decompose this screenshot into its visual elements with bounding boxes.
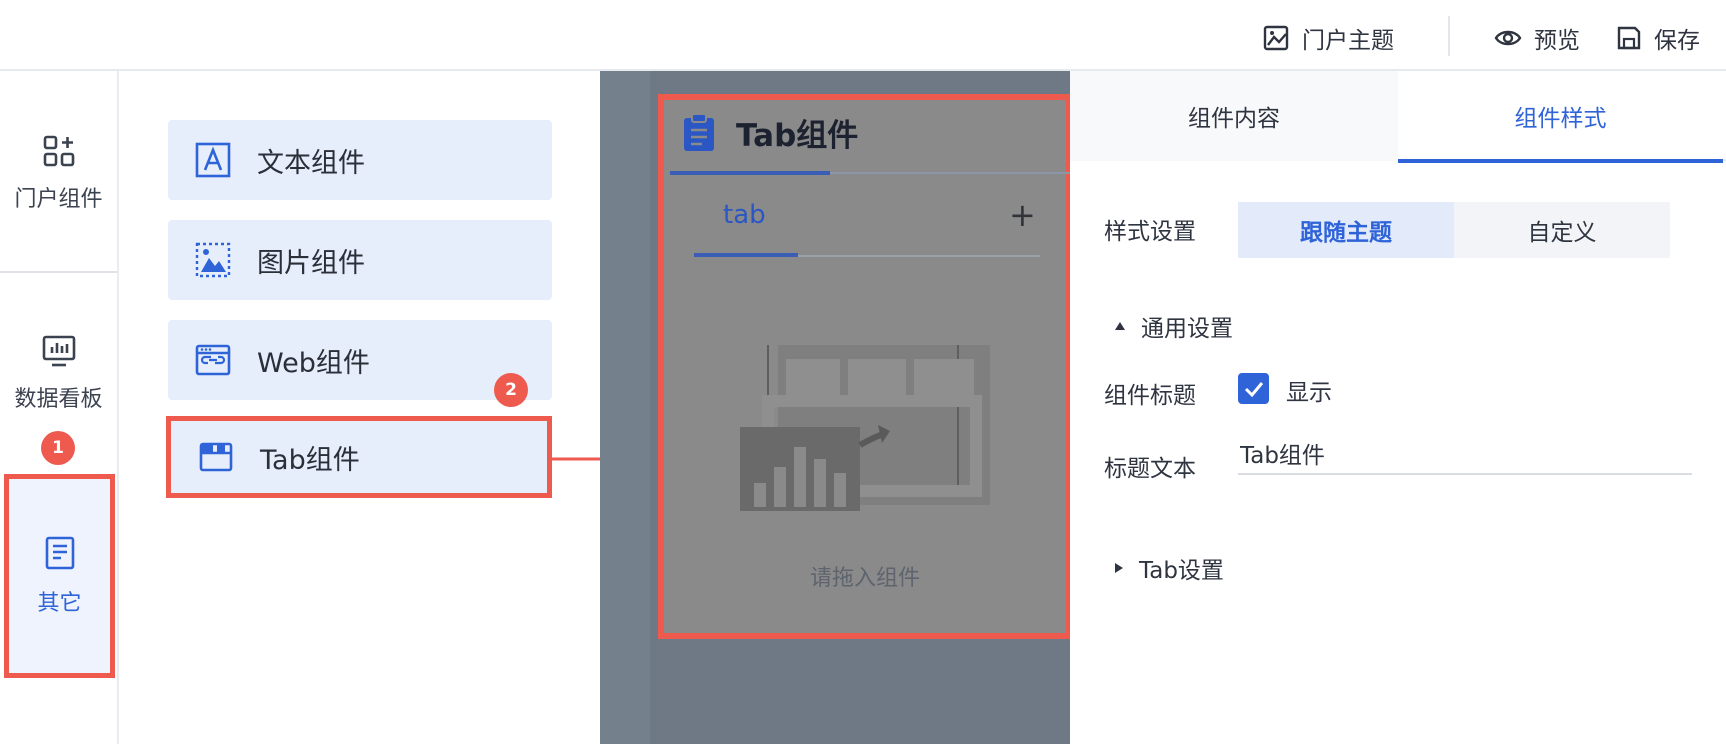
portal-theme-button[interactable]: 门户主题	[1262, 18, 1394, 58]
rail-item-portal-components[interactable]: 门户组件	[0, 133, 117, 213]
grid-plus-icon	[43, 135, 74, 167]
style-setting-label: 样式设置	[1104, 219, 1196, 245]
tab-settings-toggle[interactable]: Tab设置	[1115, 551, 1224, 585]
monitor-chart-icon	[42, 335, 75, 367]
tab-component-content[interactable]: 组件内容	[1070, 71, 1398, 161]
image-icon	[193, 240, 233, 280]
add-tab-button[interactable]: +	[1009, 196, 1036, 234]
tab-icon	[196, 437, 236, 477]
rail-item-dashboard[interactable]: 数据看板	[0, 333, 117, 413]
show-title-checkbox[interactable]	[1238, 373, 1269, 404]
panel-tabs: 组件内容 组件样式	[1070, 71, 1726, 163]
canvas-edge	[600, 71, 650, 744]
widget-title: Tab组件	[736, 118, 859, 154]
document-icon	[45, 536, 74, 570]
preview-button[interactable]: 预览	[1494, 18, 1580, 58]
left-rail: 门户组件 数据看板 其它	[0, 71, 119, 744]
rail-divider	[0, 271, 117, 273]
rail-item-label: 其它	[37, 591, 82, 616]
empty-placeholder-illustration	[740, 345, 990, 511]
collapse-triangle-icon	[1115, 322, 1125, 330]
top-toolbar: 门户主题 预览 保存	[0, 0, 1726, 71]
tab-component-style[interactable]: 组件样式	[1398, 71, 1723, 163]
preview-label: 预览	[1534, 28, 1580, 54]
save-button[interactable]: 保存	[1616, 18, 1700, 58]
title-text-label: 标题文本	[1104, 456, 1196, 482]
tab-active-indicator	[694, 253, 798, 257]
toolbar-divider	[1448, 16, 1450, 56]
general-settings-label: 通用设置	[1141, 316, 1233, 342]
step-badge-1: 1	[41, 431, 75, 465]
general-settings-toggle[interactable]: 通用设置	[1115, 309, 1233, 343]
component-label: Web组件	[257, 347, 370, 379]
widget-header-underline	[670, 171, 830, 175]
show-label: 显示	[1286, 380, 1332, 406]
title-text-input[interactable]	[1238, 433, 1692, 475]
tab-widget[interactable]: Tab组件 tab + 请拖入组件	[658, 94, 1072, 639]
tab-label[interactable]: tab	[723, 200, 766, 230]
properties-panel: 组件内容 组件样式 样式设置 跟随主题 自定义 通用设置 组件标题 显示 标题文…	[1070, 71, 1726, 744]
clipboard-icon	[684, 112, 714, 151]
text-icon	[193, 140, 233, 180]
component-image[interactable]: 图片组件	[168, 220, 552, 300]
rail-item-other[interactable]: 其它	[4, 474, 115, 678]
tab-settings-label: Tab设置	[1139, 558, 1224, 584]
component-tab[interactable]: Tab组件	[166, 416, 552, 498]
component-label: 文本组件	[257, 147, 365, 179]
rail-item-label: 数据看板	[14, 387, 103, 412]
style-option-follow-theme[interactable]: 跟随主题	[1238, 202, 1454, 258]
style-option-custom[interactable]: 自定义	[1454, 202, 1670, 258]
check-icon	[1244, 381, 1263, 397]
web-icon	[193, 340, 233, 380]
empty-hint: 请拖入组件	[809, 566, 920, 591]
component-label: 图片组件	[257, 247, 365, 279]
component-title-label: 组件标题	[1104, 383, 1196, 409]
widget-header: Tab组件	[682, 110, 858, 155]
step-badge-2: 2	[494, 373, 528, 407]
floppy-disk-icon	[1617, 26, 1641, 50]
component-text[interactable]: 文本组件	[168, 120, 552, 200]
expand-triangle-icon	[1115, 563, 1123, 573]
save-label: 保存	[1654, 28, 1700, 54]
eye-icon	[1494, 30, 1522, 46]
theme-image-icon	[1263, 25, 1289, 51]
portal-theme-label: 门户主题	[1302, 28, 1394, 54]
rail-item-label: 门户组件	[14, 187, 103, 212]
style-segmented-control: 跟随主题 自定义	[1238, 202, 1670, 258]
component-label: Tab组件	[260, 444, 360, 476]
